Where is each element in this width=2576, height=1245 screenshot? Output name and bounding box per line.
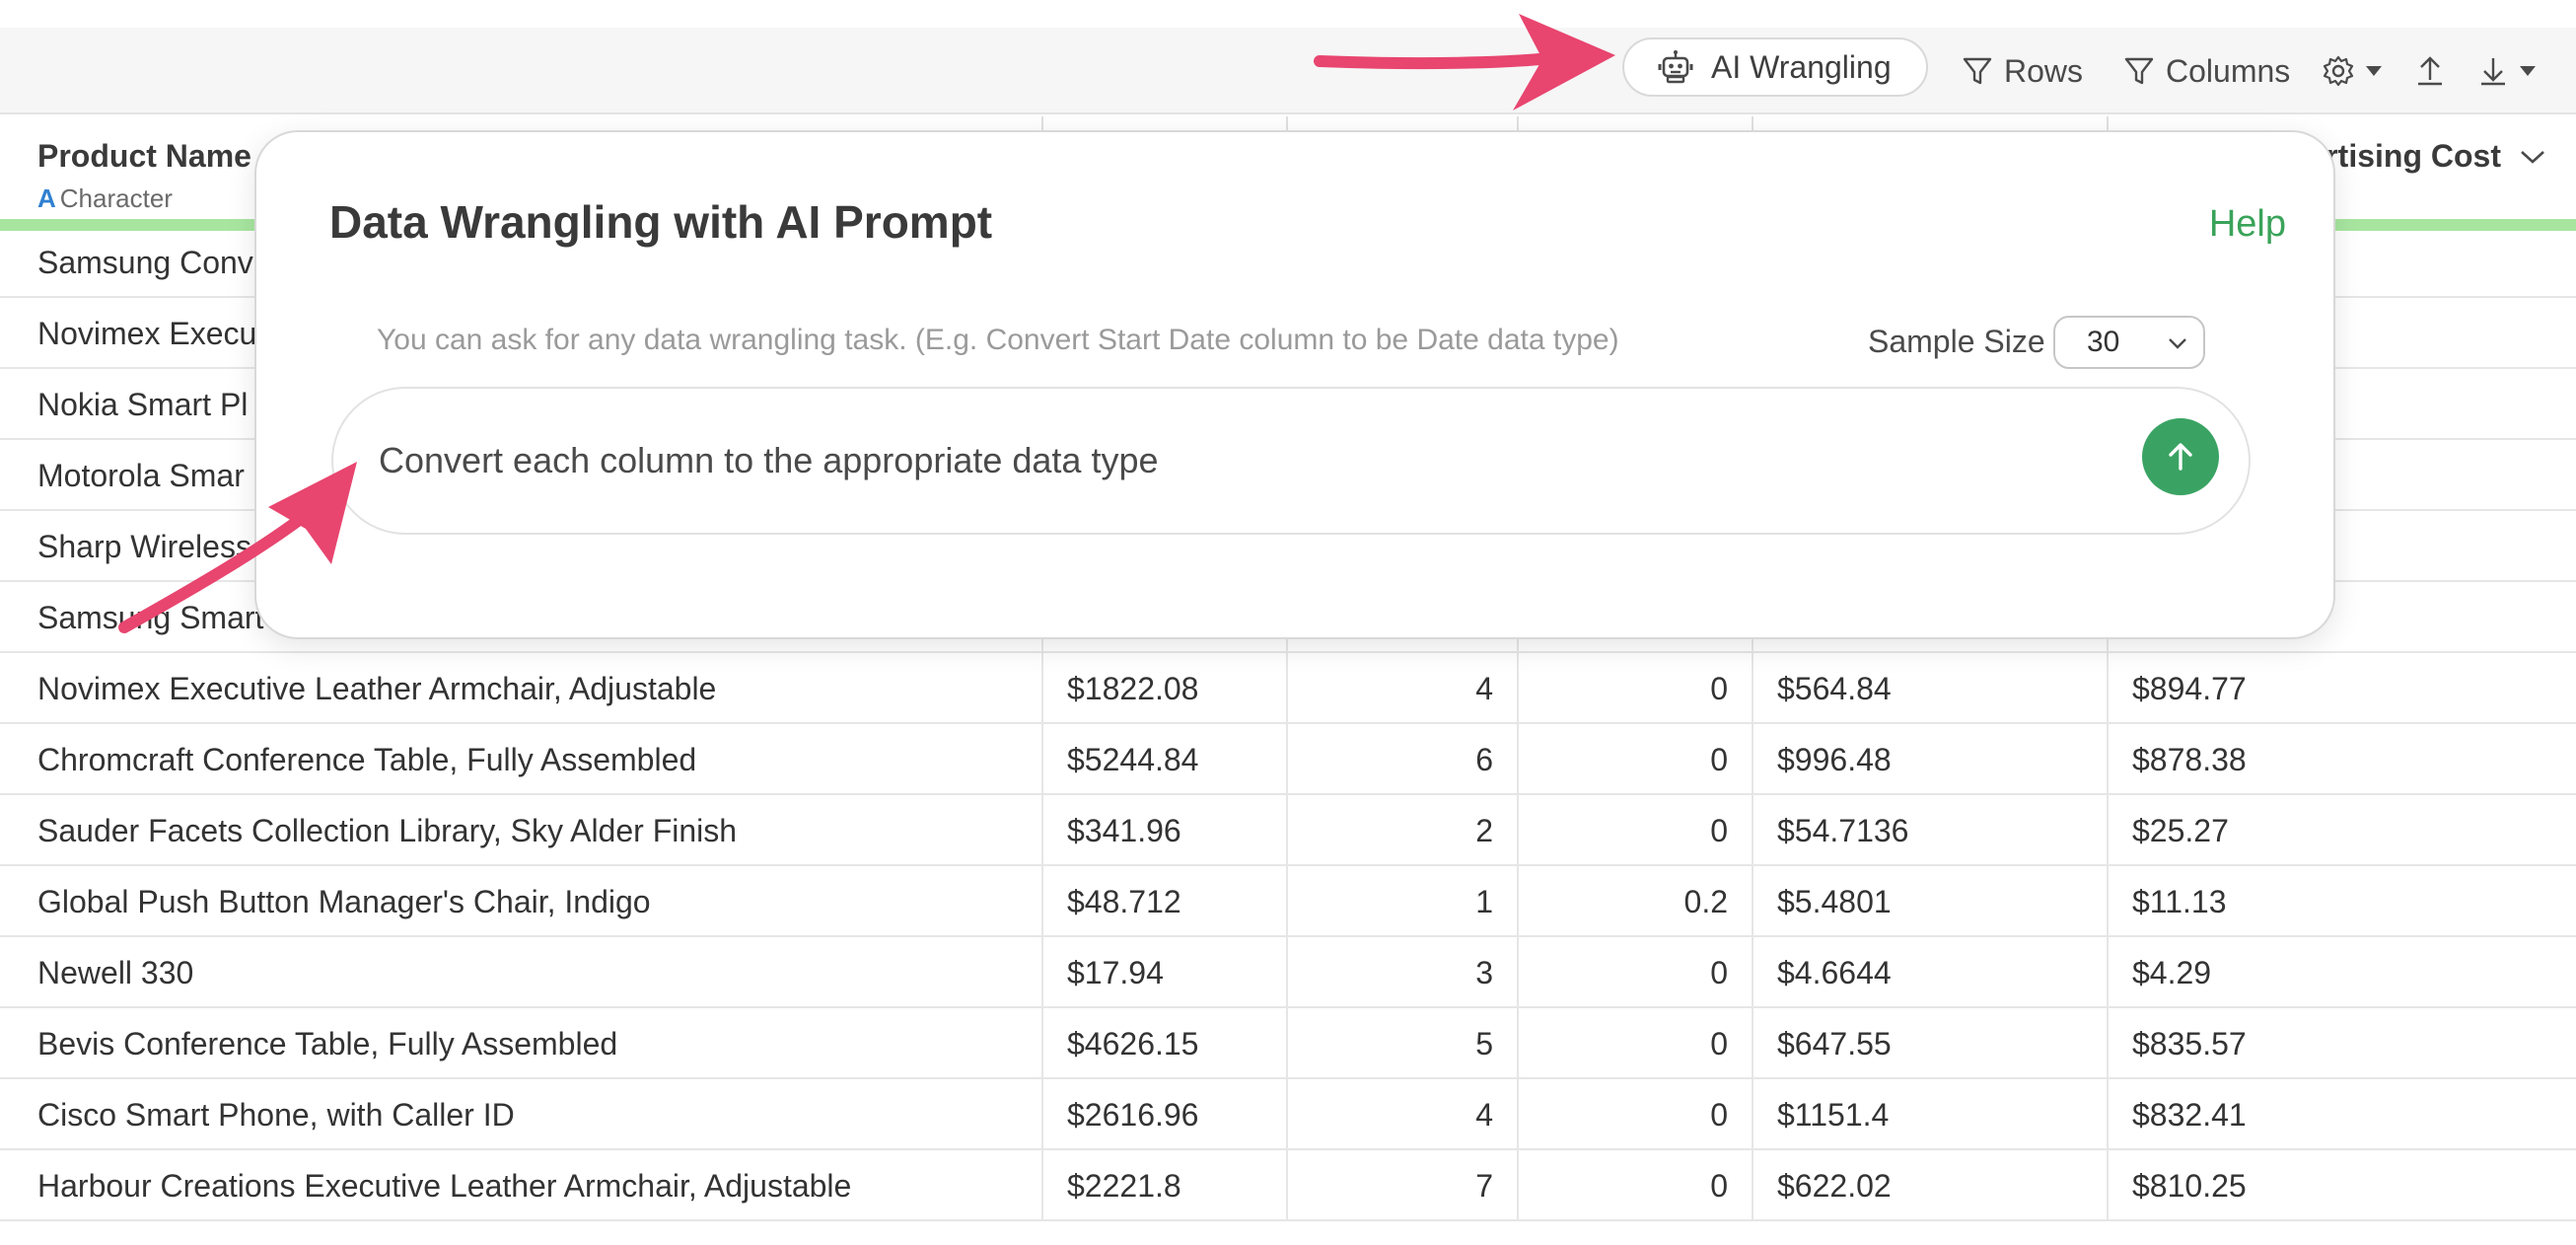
cell-profit: $4.6644 — [1753, 937, 2109, 1008]
cell-profit: $564.84 — [1753, 653, 2109, 724]
ai-wrangling-button[interactable]: AI Wrangling — [1622, 37, 1928, 97]
cell-profit: $1151.4 — [1753, 1079, 2109, 1150]
export-button[interactable] — [2414, 28, 2456, 114]
chevron-down-icon[interactable] — [2519, 148, 2546, 166]
cell-sales: $48.712 — [1043, 866, 1288, 937]
cell-sales: $5244.84 — [1043, 724, 1288, 795]
cell-profit: $647.55 — [1753, 1008, 2109, 1079]
cell-product-name: Newell 330 — [0, 937, 1043, 1008]
robot-icon — [1658, 50, 1693, 84]
cell-quantity: 1 — [1288, 866, 1519, 937]
column-name: Product Name — [37, 138, 251, 174]
cell-product-name: Bevis Conference Table, Fully Assembled — [0, 1008, 1043, 1079]
cell-product-name: Harbour Creations Executive Leather Armc… — [0, 1150, 1043, 1221]
cell-discount: 0 — [1519, 1079, 1753, 1150]
table-row[interactable]: Novimex Executive Leather Armchair, Adju… — [0, 653, 2576, 724]
table-row[interactable]: Global Push Button Manager's Chair, Indi… — [0, 866, 2576, 937]
column-type: A Character — [37, 183, 173, 214]
columns-filter-button[interactable]: Columns — [2122, 28, 2290, 114]
cell-quantity: 3 — [1288, 937, 1519, 1008]
rows-label: Rows — [2004, 52, 2084, 89]
cell-profit: $622.02 — [1753, 1150, 2109, 1221]
table-row[interactable]: Harbour Creations Executive Leather Armc… — [0, 1150, 2576, 1221]
cell-product-name: Sauder Facets Collection Library, Sky Al… — [0, 795, 1043, 866]
cell-sales: $1822.08 — [1043, 653, 1288, 724]
cell-advertising-cost: $894.77 — [2132, 671, 2247, 706]
ai-wrangling-label: AI Wrangling — [1711, 48, 1892, 85]
settings-menu-button[interactable] — [2322, 28, 2393, 114]
cell-quantity: 5 — [1288, 1008, 1519, 1079]
cell-advertising-cost: $25.27 — [2132, 813, 2229, 848]
cell-quantity: 2 — [1288, 795, 1519, 866]
cell-discount: 0 — [1519, 1150, 1753, 1221]
cell-discount: 0 — [1519, 653, 1753, 724]
sample-size-value: 30 — [2087, 326, 2120, 358]
columns-label: Columns — [2166, 52, 2291, 89]
cell-sales: $17.94 — [1043, 937, 1288, 1008]
cell-advertising-cost: $11.13 — [2132, 884, 2227, 919]
arrow-up-icon — [2169, 443, 2192, 471]
cell-product-name: Chromcraft Conference Table, Fully Assem… — [0, 724, 1043, 795]
caret-down-icon — [2520, 66, 2536, 76]
cell-sales: $341.96 — [1043, 795, 1288, 866]
help-link[interactable]: Help — [2209, 203, 2286, 246]
gear-icon — [2323, 55, 2354, 87]
table-row[interactable]: Sauder Facets Collection Library, Sky Al… — [0, 795, 2576, 866]
cell-advertising-cost: $4.29 — [2132, 955, 2212, 990]
send-button[interactable] — [2142, 418, 2219, 495]
cell-advertising-cost: $878.38 — [2132, 742, 2247, 777]
caret-down-icon — [2366, 66, 2382, 76]
ai-prompt-dialog: Data Wrangling with AI Prompt Help You c… — [254, 130, 2335, 639]
cell-quantity: 6 — [1288, 724, 1519, 795]
filter-icon — [1963, 57, 1992, 85]
cell-discount: 0 — [1519, 724, 1753, 795]
cell-quantity: 7 — [1288, 1150, 1519, 1221]
filter-icon — [2124, 57, 2154, 85]
download-icon — [2481, 58, 2505, 86]
rows-filter-button[interactable]: Rows — [1961, 28, 2083, 114]
cell-sales: $4626.15 — [1043, 1008, 1288, 1079]
sample-size-label: Sample Size — [1868, 324, 2045, 359]
cell-discount: 0 — [1519, 795, 1753, 866]
cell-quantity: 4 — [1288, 653, 1519, 724]
cell-sales: $2616.96 — [1043, 1079, 1288, 1150]
cell-profit: $996.48 — [1753, 724, 2109, 795]
import-menu-button[interactable] — [2477, 28, 2546, 114]
column-type-label: Character — [59, 183, 173, 213]
cell-profit: $5.4801 — [1753, 866, 2109, 937]
table-row[interactable]: Chromcraft Conference Table, Fully Assem… — [0, 724, 2576, 795]
cell-product-name: Global Push Button Manager's Chair, Indi… — [0, 866, 1043, 937]
prompt-hint: You can ask for any data wrangling task.… — [377, 324, 1619, 356]
prompt-text: Convert each column to the appropriate d… — [379, 440, 1159, 480]
cell-product-name: Novimex Executive Leather Armchair, Adju… — [0, 653, 1043, 724]
cell-discount: 0 — [1519, 1008, 1753, 1079]
cell-discount: 0.2 — [1519, 866, 1753, 937]
cell-sales: $2221.8 — [1043, 1150, 1288, 1221]
prompt-input[interactable]: Convert each column to the appropriate d… — [331, 387, 2251, 535]
upload-icon — [2418, 56, 2442, 86]
table-row[interactable]: Cisco Smart Phone, with Caller ID $2616.9… — [0, 1079, 2576, 1150]
sample-size-select[interactable]: 30 — [2053, 316, 2205, 369]
column-name: rtising Cost — [2326, 138, 2501, 174]
cell-quantity: 4 — [1288, 1079, 1519, 1150]
cell-profit: $54.7136 — [1753, 795, 2109, 866]
chevron-down-icon — [2169, 338, 2186, 349]
cell-discount: 0 — [1519, 937, 1753, 1008]
cell-advertising-cost: $832.41 — [2132, 1097, 2247, 1133]
dialog-title: Data Wrangling with AI Prompt — [329, 196, 993, 248]
cell-advertising-cost: $835.57 — [2132, 1026, 2247, 1062]
table-row[interactable]: Newell 330 $17.94 3 0 $4.6644 $4.29 — [0, 937, 2576, 1008]
cell-product-name: Cisco Smart Phone, with Caller ID — [0, 1079, 1043, 1150]
table-row[interactable]: Bevis Conference Table, Fully Assembled $… — [0, 1008, 2576, 1079]
character-type-icon: A — [37, 183, 56, 213]
toolbar: AI Wrangling Rows Columns — [0, 28, 2576, 114]
cell-advertising-cost: $810.25 — [2132, 1168, 2247, 1204]
